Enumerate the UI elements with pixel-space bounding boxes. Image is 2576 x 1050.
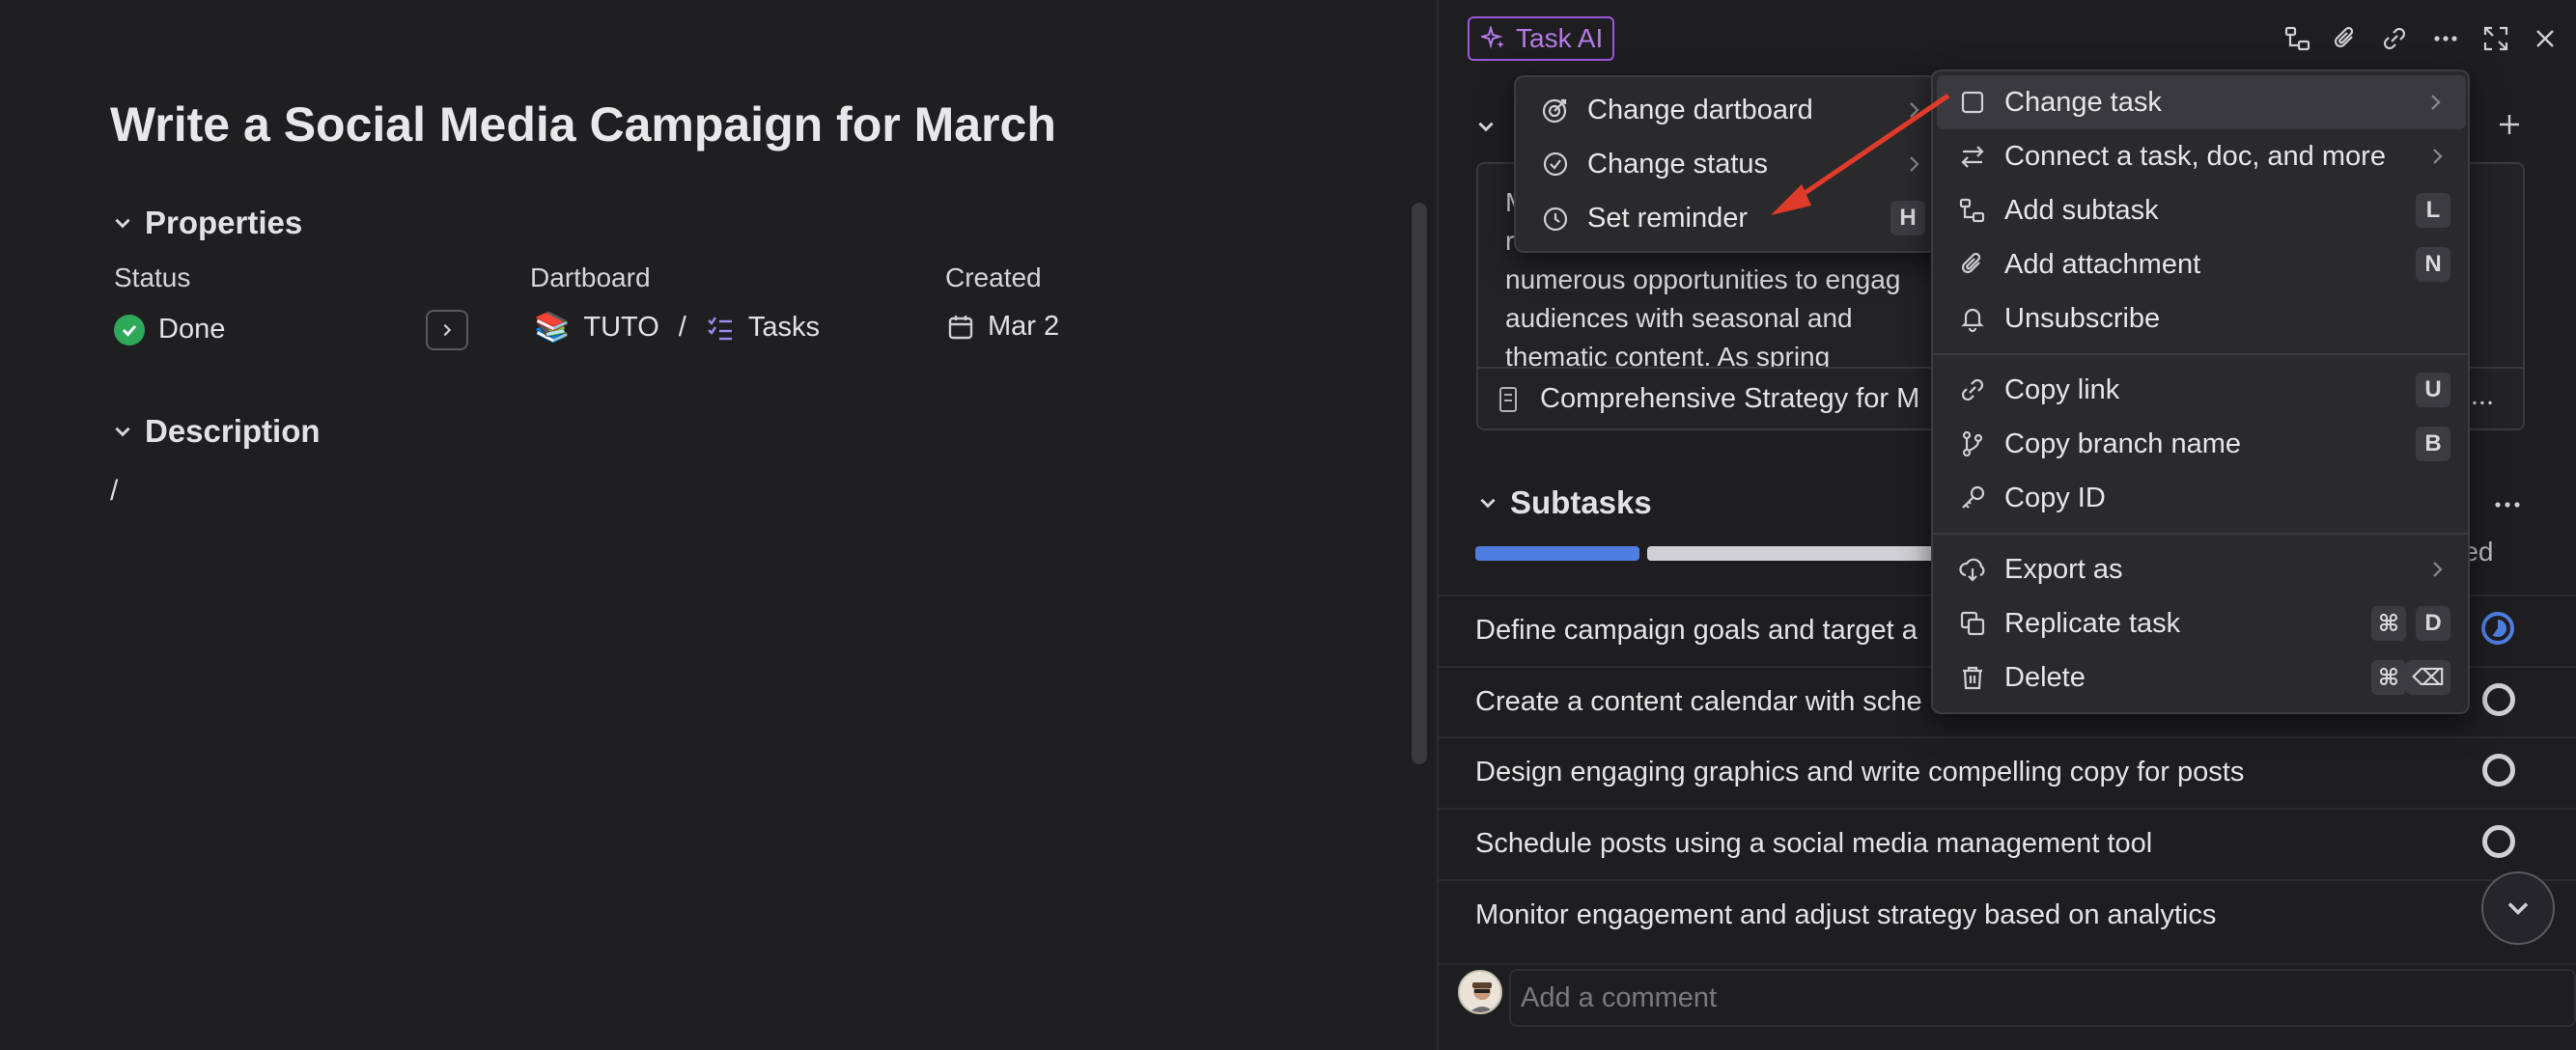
todo-status-icon[interactable] [2482,683,2515,716]
properties-header-label: Properties [145,205,303,240]
subtask-tree-icon [1956,194,1989,227]
dartboard-icon [1539,94,1572,126]
done-check-icon [114,314,145,345]
chevron-right-icon [2431,95,2441,110]
task-ai-label: Task AI [1516,23,1604,53]
progress-done [1475,546,1639,561]
calendar-icon [948,315,973,339]
plus-icon[interactable] [2497,112,2522,137]
created-date: Mar 2 [988,311,1060,342]
menu-divider [1933,353,2468,355]
more-horizontal-icon[interactable] [2428,21,2463,56]
chevron-down-icon [115,427,130,437]
created-value: Mar 2 [947,311,1059,343]
task-title[interactable]: Write a Social Media Campaign for March [110,97,1056,152]
todo-status-icon[interactable] [2482,825,2515,858]
chevron-down-icon [2507,902,2529,916]
chevron-right-icon [2433,562,2443,577]
bell-icon [1956,302,1989,335]
properties-header[interactable]: Properties [112,205,302,241]
subtask-row[interactable]: Design engaging graphics and write compe… [1439,736,2576,806]
chevron-down-icon[interactable] [1475,116,1497,137]
alarm-clock-icon [1539,202,1572,235]
dartboard-separator: / [678,312,686,343]
status-label: Status [114,262,191,292]
chevron-down-icon [1480,498,1496,509]
created-label: Created [945,262,1042,292]
todo-status-icon[interactable] [2482,754,2515,787]
menu-divider [1933,533,2468,535]
sparkle-icon [1481,26,1504,49]
chevron-right-icon [2433,149,2443,164]
status-text: Done [158,314,226,345]
shortcut-key: B [2416,427,2450,461]
menu-item-change-task[interactable]: Change task [1937,75,2466,129]
cloud-download-icon [1956,553,1989,586]
shortcut-key: ⌫ [2406,660,2450,695]
checklist-icon [707,316,732,340]
task-detail-pane: Write a Social Media Campaign for March … [0,0,1437,1050]
more-horizontal-icon[interactable] [2491,490,2524,519]
menu-item-copy-id[interactable]: Copy ID [1933,471,2468,525]
status-value[interactable]: Done [114,314,225,345]
dartboard-emoji: 📚 [534,312,571,344]
copy-icon [1956,607,1989,640]
description-header-label: Description [145,413,321,449]
shortcut-key: D [2416,606,2450,641]
menu-item-copy-link[interactable]: Copy link U [1933,363,2468,417]
menu-item-export-as[interactable]: Export as [1933,542,2468,596]
git-branch-icon [1956,428,1989,460]
task-options-menu: Change task Connect a task, doc, and mor… [1931,69,2470,714]
description-editor[interactable]: / [110,475,118,508]
close-icon[interactable] [2528,21,2562,56]
menu-item-delete[interactable]: Delete ⌘ ⌫ [1933,650,2468,705]
dartboard-sub: Tasks [747,312,820,343]
shortcut-modifier: ⌘ [2371,660,2406,695]
paperclip-icon[interactable] [2328,21,2363,56]
dartboard-label: Dartboard [530,262,651,292]
shortcut-key: U [2416,373,2450,407]
paperclip-icon [1956,248,1989,281]
menu-item-add-subtask[interactable]: Add subtask L [1933,183,2468,237]
scroll-down-button[interactable] [2481,871,2555,945]
comment-input[interactable]: Add a comment [1509,969,2576,1027]
square-icon [1956,86,1989,119]
dartboard-value[interactable]: 📚 TUTO / Tasks [534,311,820,345]
task-ai-button[interactable]: Task AI [1468,16,1614,61]
expand-icon[interactable] [2478,21,2513,56]
shortcut-key: L [2416,193,2450,228]
key-icon [1956,482,1989,514]
menu-item-copy-branch-name[interactable]: Copy branch name B [1933,417,2468,471]
document-icon [1499,387,1517,412]
chevron-right-icon [443,323,452,337]
description-header[interactable]: Description [112,413,321,450]
annotation-arrow [1771,93,1950,215]
dartboard-name: TUTO [583,312,659,343]
progress-remaining [1647,546,1937,561]
menu-item-unsubscribe[interactable]: Unsubscribe [1933,291,2468,345]
link-icon [1956,373,1989,406]
subtasks-header-label: Subtasks [1510,484,1652,520]
doc-title: Comprehensive Strategy for M [1540,382,1920,414]
doc-more[interactable]: ... [2471,380,2494,412]
subtask-row[interactable]: Schedule posts using a social media mana… [1439,808,2576,877]
link-icon[interactable] [2377,21,2412,56]
subtasks-header[interactable]: Subtasks [1477,484,1652,521]
in-progress-status-icon[interactable] [2481,612,2514,645]
shortcut-key: N [2416,247,2450,282]
menu-item-replicate-task[interactable]: Replicate task ⌘ D [1933,596,2468,650]
left-scrollbar[interactable] [1412,203,1427,764]
menu-item-add-attachment[interactable]: Add attachment N [1933,237,2468,291]
check-circle-icon [1539,148,1572,180]
subtask-row[interactable]: Monitor engagement and adjust strategy b… [1439,879,2576,949]
status-next-button[interactable] [426,310,468,350]
arrows-swap-icon [1956,140,1989,173]
avatar [1458,970,1502,1014]
subtask-tree-icon[interactable] [2281,21,2315,56]
chevron-down-icon [115,218,130,229]
menu-item-connect[interactable]: Connect a task, doc, and more [1933,129,2468,183]
shortcut-modifier: ⌘ [2371,606,2406,641]
trash-icon [1956,661,1989,694]
